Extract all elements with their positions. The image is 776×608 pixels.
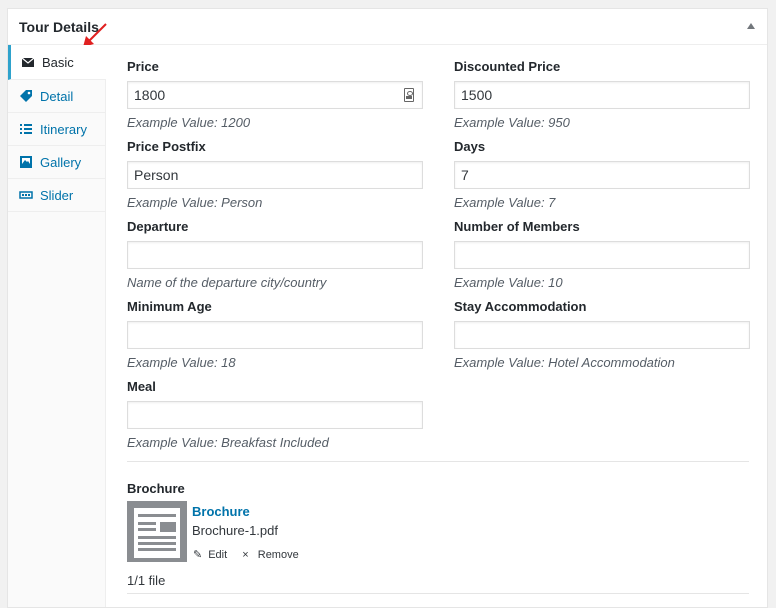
meal-desc: Example Value: Breakfast Included bbox=[127, 435, 329, 450]
tab-slider[interactable]: Slider bbox=[8, 179, 105, 212]
document-thumbnail-icon[interactable] bbox=[127, 501, 187, 562]
price-value: 1800 bbox=[134, 87, 166, 103]
discounted-price-input[interactable]: 1500 bbox=[454, 81, 750, 109]
tab-gallery[interactable]: Gallery bbox=[8, 146, 105, 179]
stay-input[interactable] bbox=[454, 321, 750, 349]
min-age-field: Minimum Age Example Value: 18 bbox=[127, 299, 423, 370]
tab-itinerary[interactable]: Itinerary bbox=[8, 113, 105, 146]
brochure-actions: ✎ Edit × Remove bbox=[193, 548, 311, 561]
min-age-input[interactable] bbox=[127, 321, 423, 349]
image-icon bbox=[20, 156, 32, 168]
departure-field: Departure Name of the departure city/cou… bbox=[127, 219, 423, 290]
discounted-price-value: 1500 bbox=[461, 87, 493, 103]
members-desc: Example Value: 10 bbox=[454, 275, 563, 290]
tab-basic-label: Basic bbox=[42, 54, 74, 70]
min-age-desc: Example Value: 18 bbox=[127, 355, 236, 370]
price-postfix-desc: Example Value: Person bbox=[127, 195, 263, 210]
departure-input[interactable] bbox=[127, 241, 423, 269]
meal-field: Meal Example Value: Breakfast Included bbox=[127, 379, 423, 450]
tour-details-box: Tour Details Basic Detail Itinerary Gall… bbox=[7, 8, 768, 608]
stay-label: Stay Accommodation bbox=[454, 299, 587, 314]
members-field: Number of Members Example Value: 10 bbox=[454, 219, 750, 290]
days-input[interactable]: 7 bbox=[454, 161, 750, 189]
envelope-icon bbox=[21, 57, 35, 67]
tab-basic[interactable]: Basic bbox=[8, 45, 106, 80]
meal-label: Meal bbox=[127, 379, 156, 394]
divider-bottom bbox=[127, 593, 749, 594]
contact-card-icon[interactable] bbox=[404, 88, 414, 102]
tab-detail-label: Detail bbox=[40, 88, 74, 104]
departure-label: Departure bbox=[127, 219, 189, 234]
price-label: Price bbox=[127, 59, 159, 74]
price-postfix-label: Price Postfix bbox=[127, 139, 206, 154]
tag-icon bbox=[20, 90, 32, 102]
remove-label: Remove bbox=[257, 549, 299, 561]
remove-button[interactable]: × Remove bbox=[242, 549, 304, 561]
meal-input[interactable] bbox=[127, 401, 423, 429]
min-age-label: Minimum Age bbox=[127, 299, 212, 314]
days-desc: Example Value: 7 bbox=[454, 195, 556, 210]
brochure-filename: Brochure-1.pdf bbox=[192, 523, 278, 538]
departure-desc: Name of the departure city/country bbox=[127, 275, 327, 290]
days-field: Days 7 Example Value: 7 bbox=[454, 139, 750, 210]
edit-label: Edit bbox=[208, 549, 228, 561]
divider bbox=[127, 461, 749, 462]
box-header[interactable]: Tour Details bbox=[8, 9, 767, 45]
price-field: Price 1800 Example Value: 1200 bbox=[127, 59, 423, 130]
pencil-icon: ✎ bbox=[193, 549, 203, 561]
days-label: Days bbox=[454, 139, 486, 154]
tab-gallery-label: Gallery bbox=[40, 154, 82, 170]
tab-sidebar: Basic Detail Itinerary Gallery Slider bbox=[8, 45, 106, 607]
stay-field: Stay Accommodation Example Value: Hotel … bbox=[454, 299, 750, 370]
tab-detail[interactable]: Detail bbox=[8, 80, 105, 113]
collapse-toggle-icon[interactable] bbox=[747, 23, 755, 29]
price-postfix-field: Price Postfix Person Example Value: Pers… bbox=[127, 139, 423, 210]
price-postfix-input[interactable]: Person bbox=[127, 161, 423, 189]
list-icon bbox=[20, 124, 32, 134]
tab-itinerary-label: Itinerary bbox=[40, 121, 87, 137]
edit-button[interactable]: ✎ Edit bbox=[193, 549, 233, 561]
discounted-price-field: Discounted Price 1500 Example Value: 950 bbox=[454, 59, 750, 130]
discounted-price-label: Discounted Price bbox=[454, 59, 561, 74]
price-input[interactable]: 1800 bbox=[127, 81, 423, 109]
price-postfix-value: Person bbox=[134, 167, 179, 183]
stay-desc: Example Value: Hotel Accommodation bbox=[454, 355, 675, 370]
file-count: 1/1 file bbox=[127, 573, 166, 588]
tab-slider-label: Slider bbox=[40, 187, 74, 203]
slider-icon bbox=[19, 191, 33, 199]
days-value: 7 bbox=[461, 167, 469, 183]
discounted-price-desc: Example Value: 950 bbox=[454, 115, 570, 130]
members-input[interactable] bbox=[454, 241, 750, 269]
brochure-link[interactable]: Brochure bbox=[192, 504, 250, 519]
members-label: Number of Members bbox=[454, 219, 580, 234]
brochure-label: Brochure bbox=[127, 481, 185, 496]
close-icon: × bbox=[242, 549, 249, 561]
price-desc: Example Value: 1200 bbox=[127, 115, 251, 130]
